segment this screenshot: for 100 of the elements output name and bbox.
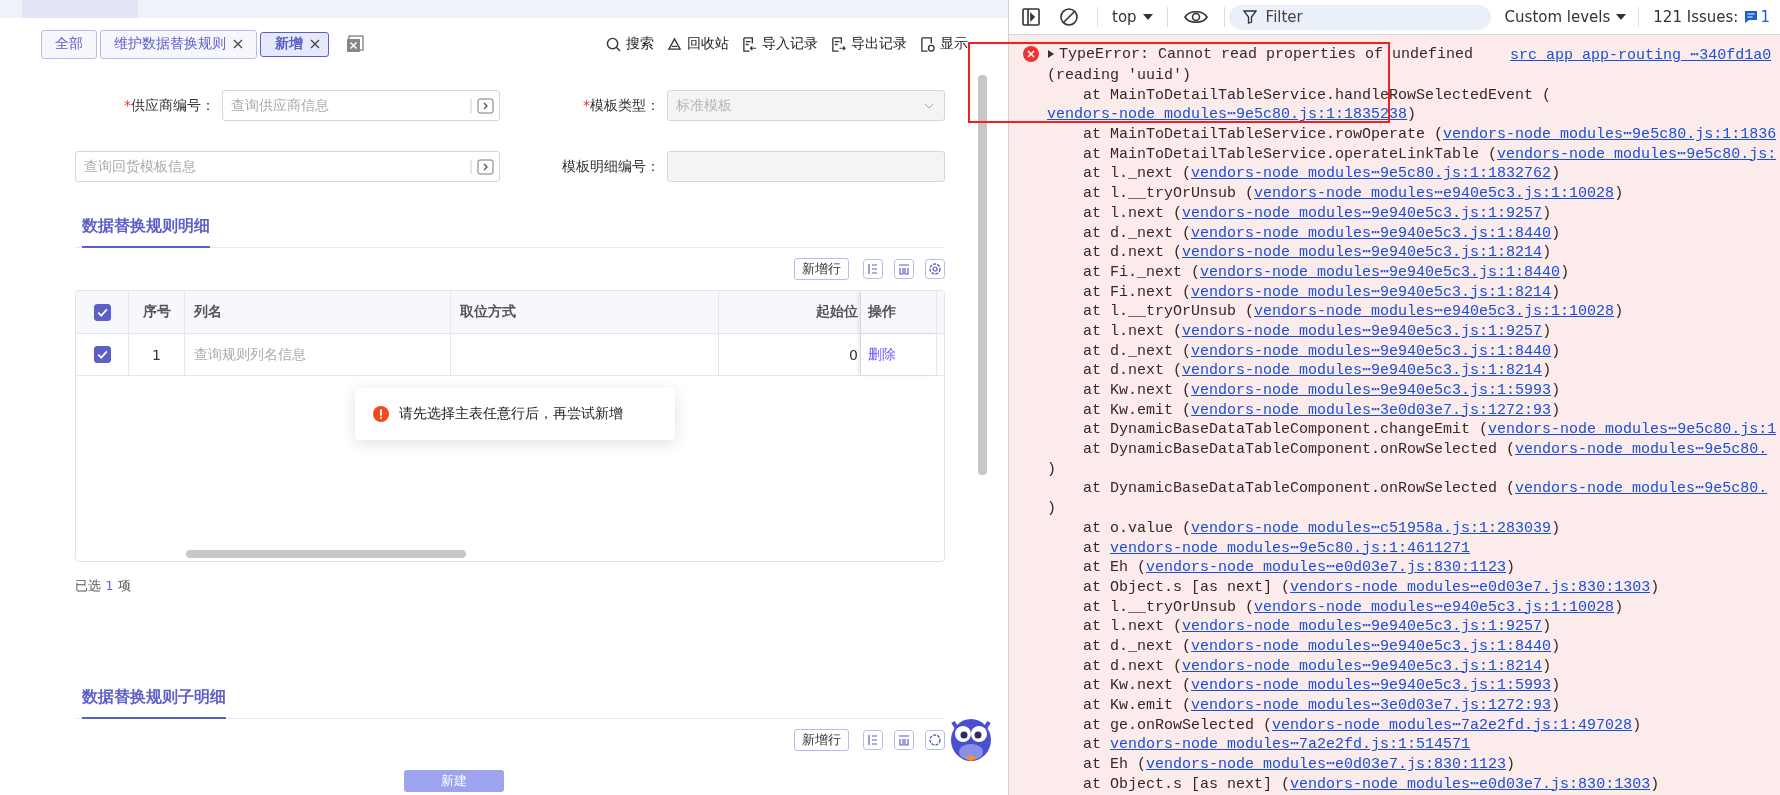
source-link[interactable]: vendors-node_modules⋯9e5c80.js:1:1836 xyxy=(1443,126,1777,144)
source-link[interactable]: vendors-node_modules⋯9e940e5c3.js:1:9257 xyxy=(1182,618,1543,636)
stack-text: at l.next ( xyxy=(1083,204,1183,222)
issues-count[interactable]: 1 xyxy=(1760,8,1770,26)
stack-text: at Object.s [as next] ( xyxy=(1083,775,1291,793)
stack-text: at d.next ( xyxy=(1083,244,1183,262)
toolbar-action[interactable]: 搜索 xyxy=(606,35,654,53)
stack-text: ) xyxy=(1551,342,1561,360)
close-icon[interactable] xyxy=(310,39,320,49)
chevron-right-icon[interactable] xyxy=(470,97,496,115)
source-link[interactable]: vendors-node_modules⋯9e940e5c3.js:1:5993 xyxy=(1191,382,1552,399)
add-row-button[interactable]: 新增行 xyxy=(794,258,849,280)
toolbar-action[interactable]: 回收站 xyxy=(667,35,729,53)
page-tab[interactable]: 新增 xyxy=(260,31,329,57)
source-link[interactable]: vendors-node_modules⋯9e940e5c3.js:1:8440 xyxy=(1191,637,1552,655)
stack-text: ) xyxy=(1542,244,1552,262)
filter-icon xyxy=(1242,10,1257,24)
settings-icon[interactable] xyxy=(925,730,945,750)
sidebar-toggle-icon[interactable] xyxy=(1021,7,1041,27)
levels-dropdown[interactable]: Custom levels xyxy=(1490,8,1639,26)
stack-text: ) xyxy=(1632,716,1642,734)
source-link[interactable]: vendors-node_modules⋯9e940e5c3.js:1:8440 xyxy=(1200,263,1561,281)
source-link[interactable]: vendors-node_modules⋯9e5c80. xyxy=(1515,441,1768,459)
source-link[interactable]: vendors-node_modules⋯9e940e5c3.js:1:8214 xyxy=(1182,657,1543,675)
message-icon[interactable] xyxy=(1744,10,1759,24)
stack-text: ) xyxy=(1560,263,1570,281)
section-tab[interactable]: 数据替换规则明细 xyxy=(82,211,210,248)
page-tab[interactable]: 全部 xyxy=(41,29,97,59)
stack-text: at xyxy=(1083,539,1102,557)
stack-text: ) xyxy=(1542,322,1552,340)
error-icon xyxy=(1023,46,1039,62)
required-mark: * xyxy=(583,96,590,113)
clear-console-icon[interactable] xyxy=(1059,7,1079,27)
document-view-icon[interactable] xyxy=(920,36,935,52)
delete-link[interactable]: 删除 xyxy=(868,345,896,364)
close-icon[interactable] xyxy=(233,39,243,49)
source-link[interactable]: vendors-node_modules⋯e940e5c3.js:1:10028 xyxy=(1254,185,1615,203)
column-header: 序号 xyxy=(129,291,185,333)
source-link[interactable]: vendors-node_modules⋯9e940e5c3.js:1:8440 xyxy=(1191,224,1552,242)
source-link[interactable]: vendors-node_modules⋯e940e5c3.js:1:10028 xyxy=(1254,598,1615,616)
context-dropdown[interactable]: top xyxy=(1102,8,1167,26)
source-link[interactable]: vendors-node_modules⋯c51958a.js:1:283039 xyxy=(1191,519,1552,537)
source-link[interactable]: vendors-node_modules⋯e940e5c3.js:1:10028 xyxy=(1254,303,1615,321)
checkbox[interactable] xyxy=(93,303,111,321)
source-link[interactable]: vendors-node_modules⋯7a2e2fd.js:1:497028 xyxy=(1272,716,1633,734)
source-link[interactable]: vendors-node_modules⋯7a2e2fd.js:1:514571 xyxy=(1110,736,1471,754)
source-link[interactable]: vendors-node_modules⋯3e0d03e7.js:1272:93 xyxy=(1191,401,1552,419)
source-link[interactable]: vendors-node_modules⋯9e5c80.js:1:1832762 xyxy=(1191,165,1552,183)
issues-label[interactable]: 121 Issues: xyxy=(1653,8,1739,26)
source-link[interactable]: vendors-node_modules⋯e0d03e7.js:830:1303 xyxy=(1290,775,1651,793)
stack-text: at Kw.emit ( xyxy=(1083,401,1192,419)
stack-text: at l.__tryOrUnsub ( xyxy=(1083,598,1255,616)
toolbar-action[interactable]: 导出记录 xyxy=(831,35,907,53)
page-tab[interactable]: 维护数据替换规则 xyxy=(100,29,257,59)
stack-text: ) xyxy=(1047,500,1056,518)
expand-icon[interactable] xyxy=(1048,50,1054,58)
source-link[interactable]: vendors-node_modules⋯9e5c80. xyxy=(1515,480,1768,498)
stack-text: at l.__tryOrUnsub ( xyxy=(1083,185,1255,203)
source-link[interactable]: vendors-node_modules⋯9e5c80.js: xyxy=(1497,145,1777,163)
source-link[interactable]: vendors-node_modules⋯3e0d03e7.js:1272:93 xyxy=(1191,697,1552,714)
source-link[interactable]: vendors-node_modules⋯9e940e5c3.js:1:8214 xyxy=(1182,244,1543,262)
source-link[interactable]: vendors-node_modules⋯9e940e5c3.js:1:8214 xyxy=(1191,283,1552,301)
section-tab[interactable]: 数据替换规则子明细 xyxy=(82,682,226,719)
document-export-icon[interactable] xyxy=(831,36,846,52)
chevron-right-icon[interactable] xyxy=(470,158,496,176)
stack-text: ) xyxy=(1650,775,1660,793)
settings-icon[interactable] xyxy=(925,259,945,279)
source-link[interactable]: vendors-node_modules⋯9e5c80.js:1 xyxy=(1488,421,1777,439)
stack-text: ) xyxy=(1542,204,1552,222)
stack-text: at l.next ( xyxy=(1083,618,1183,636)
filter-field[interactable]: Filter xyxy=(1228,4,1491,30)
checkbox[interactable] xyxy=(93,346,111,363)
source-link[interactable]: vendors-node_modules⋯9e940e5c3.js:1:8440 xyxy=(1191,342,1552,360)
stack-text: ) xyxy=(1506,559,1516,577)
triangle-icon[interactable] xyxy=(667,36,682,52)
source-link[interactable]: vendors-node_modules⋯9e940e5c3.js:1:5993 xyxy=(1191,677,1552,695)
source-link[interactable]: src_app_app-routing_⋯340fd1a0 xyxy=(1510,44,1772,64)
field-label: 模板明细编号： xyxy=(562,157,660,174)
scrollbar-thumb[interactable] xyxy=(978,75,987,475)
stack-text: at ge.onRowSelected ( xyxy=(1083,716,1273,734)
required-mark: * xyxy=(124,96,131,113)
search-icon[interactable] xyxy=(606,36,621,52)
source-link[interactable]: vendors-node_modules⋯e0d03e7.js:830:1123 xyxy=(1146,559,1507,577)
toolbar-action[interactable]: 显示 xyxy=(920,35,968,53)
stack-text: (reading 'uuid') xyxy=(1047,67,1192,84)
stack-text: at Object.s [as next] ( xyxy=(1083,578,1291,596)
source-link[interactable]: vendors-node_modules⋯9e940e5c3.js:1:9257 xyxy=(1182,204,1543,222)
close-all-icon[interactable] xyxy=(346,35,364,53)
source-link[interactable]: vendors-node_modules⋯9e940e5c3.js:1:8214 xyxy=(1182,362,1543,380)
document-import-icon[interactable] xyxy=(742,36,757,52)
source-link[interactable]: vendors-node_modules⋯9e5c80.js:1:4611271 xyxy=(1110,539,1471,557)
field-label: 模板类型： xyxy=(590,96,660,113)
source-link[interactable]: vendors-node_modules⋯e0d03e7.js:830:1123 xyxy=(1146,756,1507,774)
stack-text: at Eh ( xyxy=(1083,756,1146,774)
toolbar-action[interactable]: 导入记录 xyxy=(742,35,818,53)
source-link[interactable]: vendors-node_modules⋯9e940e5c3.js:1:9257 xyxy=(1182,322,1543,340)
add-row-button[interactable]: 新增行 xyxy=(794,729,849,751)
scrollbar-thumb[interactable] xyxy=(186,550,466,558)
source-link[interactable]: vendors-node_modules⋯e0d03e7.js:830:1303 xyxy=(1290,578,1651,596)
eye-icon[interactable] xyxy=(1183,9,1208,25)
